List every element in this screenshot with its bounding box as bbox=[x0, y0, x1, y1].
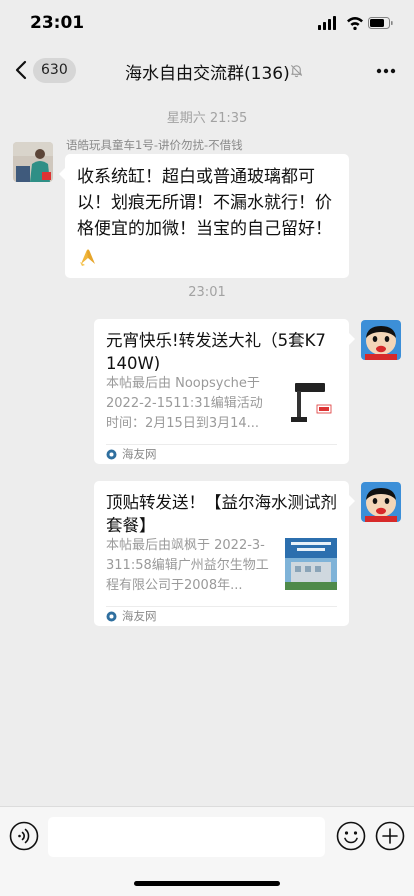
folded-hands-emoji-icon bbox=[80, 249, 95, 266]
bell-off-icon bbox=[290, 64, 303, 78]
status-icons bbox=[318, 16, 393, 30]
message-timestamp: 星期六 21:35 bbox=[166, 111, 248, 126]
chat-title[interactable]: 海水自由交流群(136) bbox=[125, 59, 290, 84]
link-card[interactable]: 元宵快乐!转发送大礼（5套K7 140W) 本帖最后由 Noopsyche于 2… bbox=[94, 319, 355, 464]
cellular-signal-icon bbox=[318, 16, 336, 30]
card-source-label: 海友网 bbox=[122, 609, 157, 623]
battery-icon bbox=[368, 17, 393, 29]
card-source-label: 海友网 bbox=[122, 447, 157, 461]
home-indicator[interactable] bbox=[134, 881, 280, 886]
emoji-icon[interactable] bbox=[336, 821, 366, 851]
card-thumbnail bbox=[285, 538, 337, 590]
status-bar: 23:01 bbox=[0, 0, 414, 46]
text-message-bubble[interactable]: 收系统缸！超白或普通玻璃都可以！划痕无所谓！不漏水就行！价格便宜的加微！当宝的自… bbox=[59, 154, 349, 278]
card-title: 元宵快乐!转发送大礼（5套K7 140W) bbox=[106, 331, 326, 373]
status-time: 23:01 bbox=[30, 13, 85, 33]
unread-count-badge[interactable]: 630 bbox=[33, 58, 76, 83]
message-input[interactable] bbox=[48, 817, 325, 857]
card-title: 顶贴转发送！【益尔海水测试剂套餐】 bbox=[106, 493, 337, 535]
message-text: 收系统缸！超白或普通玻璃都可以！划痕无所谓！不漏水就行！价格便宜的加微！当宝的自… bbox=[77, 167, 332, 239]
chat-header: 630 海水自由交流群(136) bbox=[0, 46, 414, 96]
more-icon[interactable] bbox=[376, 68, 396, 74]
card-description: 本帖最后由飒枫于 2022-3-311:58编辑广州益尔生物工程有限公司于200… bbox=[106, 538, 269, 593]
app-source-icon bbox=[106, 611, 117, 621]
plus-icon[interactable] bbox=[375, 821, 405, 851]
my-avatar[interactable] bbox=[361, 320, 401, 360]
voice-icon[interactable] bbox=[9, 821, 39, 851]
wifi-icon bbox=[347, 17, 363, 30]
sender-name: 语皓玩具童车1号-讲价勿扰-不借钱 bbox=[66, 138, 243, 152]
sender-avatar[interactable] bbox=[13, 142, 53, 182]
my-avatar[interactable] bbox=[361, 482, 401, 522]
link-card[interactable]: 顶贴转发送！【益尔海水测试剂套餐】 本帖最后由飒枫于 2022-3-311:58… bbox=[94, 481, 355, 626]
message-timestamp: 23:01 bbox=[188, 285, 226, 300]
card-source: 海友网 bbox=[106, 606, 157, 626]
card-description: 本帖最后由 Noopsyche于 2022-2-1511:31编辑活动时间：2月… bbox=[106, 376, 263, 431]
card-thumbnail bbox=[285, 377, 337, 429]
chevron-left-icon[interactable] bbox=[12, 58, 32, 82]
app-source-icon bbox=[106, 449, 117, 459]
card-source: 海友网 bbox=[106, 444, 157, 464]
